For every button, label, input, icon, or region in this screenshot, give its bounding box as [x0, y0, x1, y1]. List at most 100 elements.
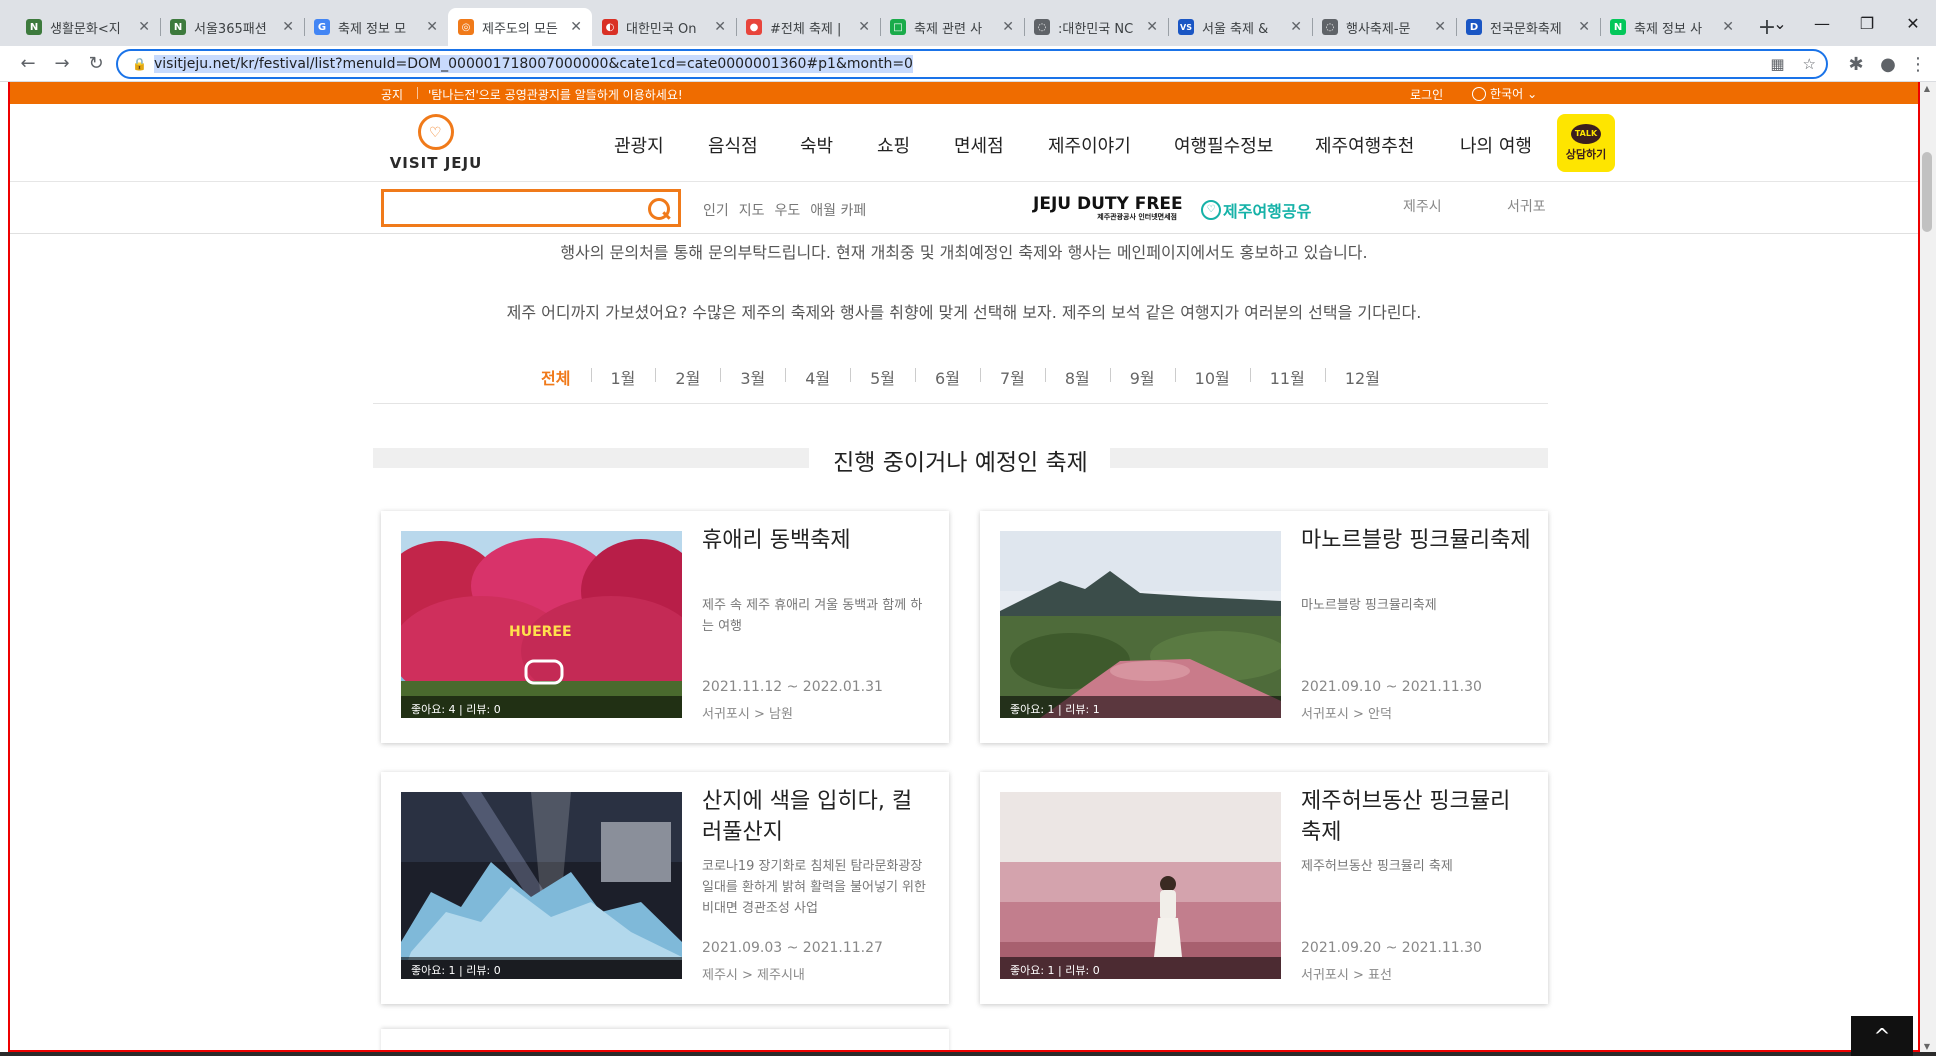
browser-tab[interactable]: D 전국문화축제 ✕ — [1456, 8, 1600, 46]
festival-card[interactable]: 좋아요: 1 | 리뷰: 0 제주허브동산 핑크뮬리 축제 제주허브동산 핑크뮬… — [980, 772, 1548, 1004]
scrollbar-thumb[interactable] — [1922, 152, 1932, 232]
month-tab[interactable]: 7월 — [979, 365, 1045, 389]
month-tab[interactable]: 9월 — [1109, 365, 1175, 389]
month-tab[interactable]: 4월 — [785, 365, 850, 389]
month-tab[interactable]: 6월 — [915, 365, 980, 389]
nav-shopping[interactable]: 쇼핑 — [877, 132, 910, 158]
camellia-garden-image: HUEREE — [401, 531, 682, 718]
nav-recommendations[interactable]: 제주여행추천 — [1315, 132, 1414, 158]
browser-tab[interactable]: □ 축제 관련 사 ✕ — [880, 8, 1024, 46]
month-tab[interactable]: 1월 — [590, 365, 656, 389]
month-tab[interactable]: 10월 — [1174, 365, 1250, 389]
festival-title[interactable]: 마노르블랑 핑크뮬리축제 — [1301, 525, 1531, 556]
keyword-link[interactable]: 우도 — [775, 200, 801, 220]
month-tab[interactable]: 11월 — [1249, 365, 1325, 389]
festival-image[interactable]: 좋아요: 1 | 리뷰: 0 — [1000, 792, 1281, 979]
share-label: 제주여행공유 — [1223, 202, 1312, 221]
close-icon[interactable]: ✕ — [570, 19, 582, 35]
window-close-icon[interactable]: ✕ — [1890, 0, 1936, 46]
nav-accommodation[interactable]: 숙박 — [800, 132, 833, 158]
festival-card[interactable]: HUEREE 좋아요: 4 | 리뷰: 0 휴애리 동백축제 제주 속 제주 휴… — [381, 511, 949, 743]
festival-title[interactable]: 산지에 색을 입히다, 컬러풀산지 — [702, 786, 932, 848]
minimize-icon[interactable]: — — [1800, 0, 1844, 46]
festival-date: 2021.09.03 ~ 2021.11.27 — [702, 940, 883, 956]
browser-tab[interactable]: N 서울365패션 ✕ — [160, 8, 304, 46]
reload-icon[interactable]: ↻ — [80, 48, 112, 80]
month-tab[interactable]: 3월 — [720, 365, 785, 389]
login-link[interactable]: 로그인 — [1410, 86, 1443, 103]
scroll-to-top-button[interactable]: ^ — [1851, 1016, 1913, 1056]
browser-tab-strip: N 생활문화<지 ✕ N 서울365패션 ✕ G 축제 정보 모 ✕ ◎ 제주도의 모든 ✕ ◐… — [0, 0, 1936, 46]
section-heading: 진행 중이거나 예정인 축제 — [373, 442, 1548, 476]
festival-card[interactable]: 좋아요: 1 | 리뷰: 0 산지에 색을 입히다, 컬러풀산지 코로나19 장… — [381, 772, 949, 1004]
browser-tab[interactable]: ◌ 행사축제-문 ✕ — [1312, 8, 1456, 46]
close-icon[interactable]: ✕ — [1290, 19, 1302, 35]
month-tab[interactable]: 12월 — [1324, 365, 1400, 389]
keyword-link[interactable]: 애월 카페 — [810, 200, 866, 220]
close-icon[interactable]: ✕ — [426, 19, 438, 35]
extensions-icon[interactable]: ✱ — [1840, 48, 1872, 80]
nav-duty-free[interactable]: 면세점 — [954, 132, 1004, 158]
nav-restaurants[interactable]: 음식점 — [708, 132, 758, 158]
browser-tab[interactable]: ◐ 대한민국 On ✕ — [592, 8, 736, 46]
search-icon[interactable] — [648, 198, 670, 220]
kakao-talk-button[interactable]: TALK 상담하기 — [1557, 114, 1615, 172]
close-icon[interactable]: ✕ — [1434, 19, 1446, 35]
browser-tab[interactable]: ◌:대한민국 NC ✕ — [1024, 8, 1168, 46]
back-icon[interactable]: ← — [12, 48, 44, 80]
nav-jeju-story[interactable]: 제주이야기 — [1048, 132, 1131, 158]
close-icon[interactable]: ✕ — [714, 19, 726, 35]
nav-tourist-spots[interactable]: 관광지 — [614, 132, 664, 158]
month-tab[interactable]: 5월 — [850, 365, 915, 389]
jeju-duty-free-banner[interactable]: JEJU DUTY FREE 제주관광공사 인터넷면세점 — [1033, 194, 1183, 222]
search-input[interactable] — [381, 189, 681, 227]
month-tab-all[interactable]: 전체 — [521, 365, 590, 389]
bookmark-star-icon[interactable]: ☆ — [1803, 55, 1816, 73]
festival-card[interactable]: 좋아요: 1 | 리뷰: 1 마노르블랑 핑크뮬리축제 마노르블랑 핑크뮬리축제… — [980, 511, 1548, 743]
close-icon[interactable]: ✕ — [1578, 19, 1590, 35]
restore-icon[interactable]: ❐ — [1844, 0, 1890, 46]
close-icon[interactable]: ✕ — [1146, 19, 1158, 35]
notice-divider — [417, 87, 418, 99]
page-scrollbar[interactable]: ▲ ▼ — [1918, 82, 1936, 1056]
festival-description: 제주허브동산 핑크뮬리 축제 — [1301, 859, 1453, 874]
close-icon[interactable]: ✕ — [282, 19, 294, 35]
nav-my-trip[interactable]: 나의 여행 — [1460, 132, 1532, 158]
notice-link[interactable]: '탐나는전'으로 공영관광지를 알뜰하게 이용하세요! — [428, 86, 683, 103]
festival-image[interactable]: 좋아요: 1 | 리뷰: 0 — [401, 792, 682, 979]
visit-jeju-logo[interactable]: ♡ VISIT JEJU — [381, 114, 491, 172]
close-icon[interactable]: ✕ — [1002, 19, 1014, 35]
keyword-link[interactable]: 인기 — [703, 200, 729, 220]
forward-icon[interactable]: → — [46, 48, 78, 80]
browser-tab-active[interactable]: ◎ 제주도의 모든 ✕ — [448, 8, 592, 46]
festival-image[interactable]: 좋아요: 1 | 리뷰: 1 — [1000, 531, 1281, 718]
language-selector[interactable]: 한국어 ⌄ — [1472, 85, 1537, 102]
qr-code-icon[interactable]: ▦ — [1770, 55, 1784, 73]
scroll-up-icon[interactable]: ▲ — [1918, 82, 1936, 96]
tab-search-icon[interactable]: ⌄ — [1760, 0, 1800, 46]
like-review-count: 좋아요: 1 | 리뷰: 0 — [1000, 957, 1281, 979]
browser-tab[interactable]: N 생활문화<지 ✕ — [16, 8, 160, 46]
close-icon[interactable]: ✕ — [858, 19, 870, 35]
address-bar[interactable]: 🔒 visitjeju.net/kr/festival/list?menuId=… — [116, 49, 1828, 79]
month-tab[interactable]: 2월 — [655, 365, 720, 389]
browser-tab[interactable]: ● #전체 축제 | ✕ — [736, 8, 880, 46]
travel-share-banner[interactable]: ♡ 제주여행공유 — [1201, 198, 1311, 222]
festival-image[interactable]: HUEREE 좋아요: 4 | 리뷰: 0 — [401, 531, 682, 718]
festival-location: 서귀포시 > 표선 — [1301, 968, 1392, 983]
close-icon[interactable]: ✕ — [1722, 19, 1734, 35]
browser-tab[interactable]: G 축제 정보 모 ✕ — [304, 8, 448, 46]
festival-title[interactable]: 휴애리 동백축제 — [702, 525, 932, 556]
festival-title[interactable]: 제주허브동산 핑크뮬리 축제 — [1301, 786, 1531, 848]
nav-travel-info[interactable]: 여행필수정보 — [1174, 132, 1273, 158]
menu-icon[interactable]: ⋮ — [1902, 48, 1934, 80]
close-icon[interactable]: ✕ — [138, 19, 150, 35]
keyword-link[interactable]: 지도 — [739, 200, 765, 220]
url-text[interactable]: visitjeju.net/kr/festival/list?menuId=DO… — [154, 55, 913, 73]
month-tab[interactable]: 8월 — [1044, 365, 1110, 389]
tab-favicon: ◐ — [602, 19, 618, 35]
browser-tab[interactable]: N 축제 정보 사 ✕ — [1600, 8, 1744, 46]
browser-tab[interactable]: VS 서울 축제 & ✕ — [1168, 8, 1312, 46]
kakao-label: 상담하기 — [1565, 148, 1607, 161]
profile-icon[interactable]: ● — [1872, 48, 1904, 80]
